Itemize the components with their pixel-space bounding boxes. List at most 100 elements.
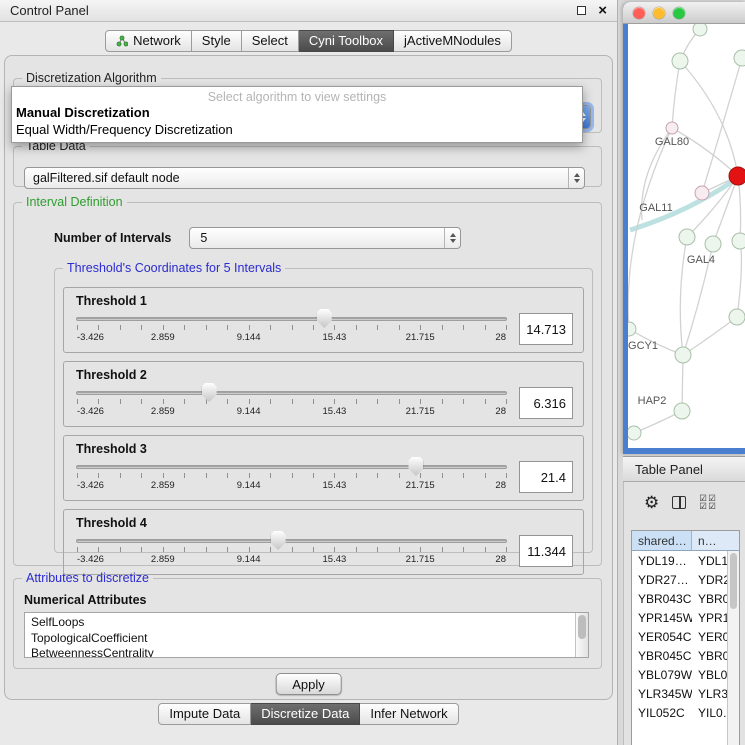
dropdown-option[interactable]: Manual Discretization [12,104,582,121]
table-row[interactable]: YPR145WYPR1… [632,608,739,627]
list-item[interactable]: SelfLoops [31,615,588,631]
threshold-4-slider[interactable]: -3.4262.8599.14415.4321.71528 [76,530,507,572]
column-header-shared-name[interactable]: shared… [632,531,692,551]
network-window-titlebar [623,2,745,24]
table-row[interactable]: YBR043CYBR0… [632,589,739,608]
float-window-icon[interactable] [577,6,586,15]
slider-scale-labels: -3.4262.8599.14415.4321.71528 [77,554,506,566]
threshold-4-value-field[interactable]: 11.344 [519,535,573,567]
slider-ticks [77,399,506,404]
table-cell: YDL19… [632,551,692,570]
network-node[interactable] [734,50,745,66]
network-view[interactable]: GAL80GAL11GAL4GCY1HAP2 [623,24,745,454]
close-icon[interactable] [598,3,607,18]
network-node[interactable] [679,229,695,245]
threshold-1-value-field[interactable]: 14.713 [519,313,573,345]
network-node[interactable] [732,233,745,249]
list-item[interactable]: BetweennessCentrality [31,646,588,658]
tab-jactivemnodules[interactable]: jActiveMNodules [394,30,512,52]
scrollbar-thumb[interactable] [578,615,586,639]
slider-track[interactable] [76,391,507,395]
scrollbar-thumb[interactable] [730,553,737,609]
threshold-3-value-field[interactable]: 21.4 [519,461,573,493]
column-header-name[interactable]: n… [692,531,739,551]
network-node[interactable] [705,236,721,252]
table-scrollbar[interactable] [727,551,739,745]
threshold-3-slider[interactable]: -3.4262.8599.14415.4321.71528 [76,456,507,498]
number-of-intervals-combobox[interactable]: 5 [189,227,461,249]
list-scrollbar[interactable] [575,613,588,657]
network-node[interactable] [729,309,745,325]
node-label: GAL11 [639,202,672,214]
threshold-1-slider[interactable]: -3.4262.8599.14415.4321.71528 [76,308,507,350]
slider-ticks [77,325,506,330]
number-of-intervals-row: Number of Intervals 5 [54,227,461,249]
attributes-legend: Attributes to discretize [22,571,153,585]
table-panel-titlebar: Table Panel [623,456,745,482]
tab-label: Style [202,33,231,48]
zoom-traffic-light-icon[interactable] [673,7,685,19]
network-edge[interactable] [672,61,680,128]
threshold-block-3: Threshold 3 -3.4262.8599.14415.4321.7152… [63,435,584,501]
tab-discretize-data[interactable]: Discretize Data [251,703,360,725]
node-table: shared… n… YDL19…YDL1…YDR27…YDR2…YBR043C… [631,530,740,745]
table-row[interactable]: YLR345WYLR3… [632,684,739,703]
table-row[interactable]: YDL19…YDL1… [632,551,739,570]
algorithm-dropdown-popup: Select algorithm to view settings Manual… [11,86,583,143]
apply-button[interactable]: Apply [275,673,342,695]
threshold-label: Threshold 4 [76,516,573,530]
dropdown-option[interactable]: Equal Width/Frequency Discretization [12,121,582,138]
control-panel-titlebar: Control Panel [0,0,617,22]
table-data-combobox[interactable]: galFiltered.sif default node [24,167,585,189]
threshold-block-4: Threshold 4 -3.4262.8599.14415.4321.7152… [63,509,584,575]
network-edge[interactable] [738,176,741,241]
table-row[interactable]: YER054CYER0… [632,627,739,646]
table-row[interactable]: YBR045CYBR0… [632,646,739,665]
network-edge[interactable] [680,61,738,176]
node-label: GAL4 [687,254,715,266]
table-data-group: Table Data galFiltered.sif default node [13,139,602,187]
threshold-2-slider[interactable]: -3.4262.8599.14415.4321.71528 [76,382,507,424]
table-row[interactable]: YBL079WYBL0… [632,665,739,684]
selected-node[interactable] [729,167,745,185]
tab-impute-data[interactable]: Impute Data [158,703,251,725]
slider-track[interactable] [76,317,507,321]
slider-track[interactable] [76,465,507,469]
network-node[interactable] [695,186,709,200]
tab-network[interactable]: Network [105,30,192,52]
table-row[interactable]: YIL052CYIL0… [632,703,739,722]
network-node[interactable] [674,403,690,419]
network-edge[interactable] [737,241,741,317]
network-node[interactable] [675,347,691,363]
list-item[interactable]: TopologicalCoefficient [31,631,588,647]
network-node[interactable] [666,122,678,134]
slider-ticks [77,473,506,478]
checkbox-grid-icon[interactable] [699,495,717,510]
network-node[interactable] [628,426,641,440]
network-node[interactable] [672,53,688,69]
gear-icon[interactable] [644,494,659,511]
tab-select[interactable]: Select [242,30,299,52]
tab-cyni-toolbox[interactable]: Cyni Toolbox [299,30,394,52]
threshold-label: Threshold 2 [76,368,573,382]
tab-infer-network[interactable]: Infer Network [360,703,458,725]
network-window: GAL80GAL11GAL4GCY1HAP2 [623,2,745,454]
combobox-stepper-icon[interactable] [568,168,584,188]
discretization-algorithm-legend: Discretization Algorithm [22,71,161,85]
slider-track[interactable] [76,539,507,543]
combobox-stepper-icon[interactable] [444,228,460,248]
number-of-intervals-label: Number of Intervals [54,231,171,245]
close-traffic-light-icon[interactable] [633,7,645,19]
columns-icon[interactable] [672,496,686,509]
network-node[interactable] [693,24,707,36]
dropdown-placeholder: Select algorithm to view settings [12,87,582,104]
tab-style[interactable]: Style [192,30,242,52]
numerical-attributes-list[interactable]: SelfLoopsTopologicalCoefficientBetweenne… [24,612,589,658]
minimize-traffic-light-icon[interactable] [653,7,665,19]
threshold-2-value-field[interactable]: 6.316 [519,387,573,419]
network-edge[interactable] [683,317,737,355]
table-row[interactable]: YDR27…YDR2… [632,570,739,589]
network-node[interactable] [628,322,636,336]
slider-scale-labels: -3.4262.8599.14415.4321.71528 [77,406,506,418]
control-panel: Control Panel Network Style Select Cyni … [0,0,618,745]
